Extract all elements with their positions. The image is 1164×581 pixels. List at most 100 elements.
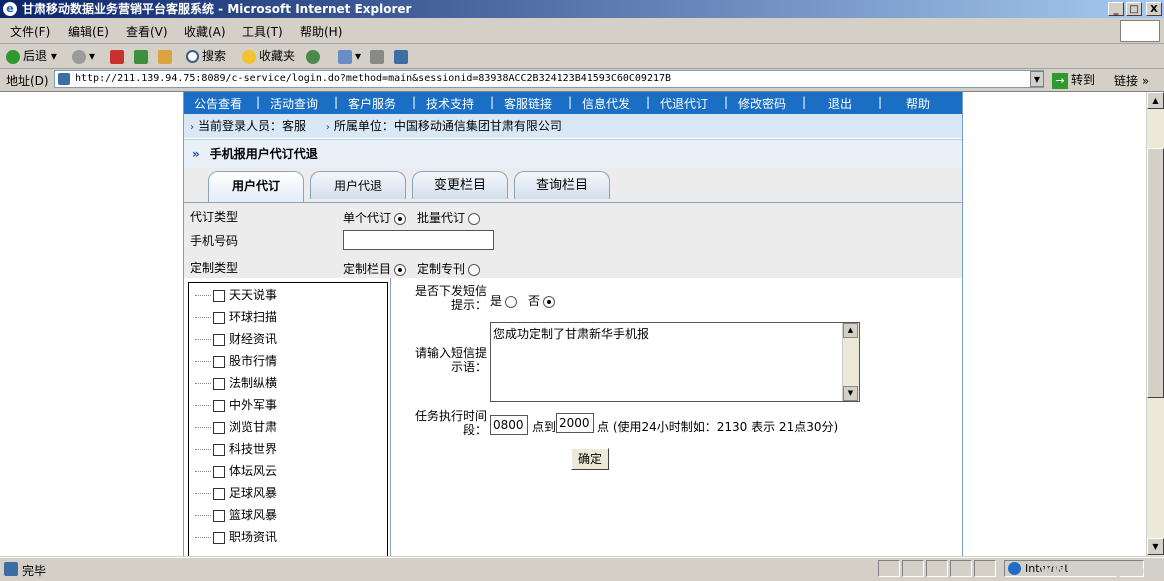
menu-tools[interactable]: 工具(T) xyxy=(242,23,283,40)
tab-query-column[interactable]: 查询栏目 xyxy=(514,171,610,199)
list-item[interactable]: 股市行情 xyxy=(195,351,277,371)
list-item[interactable]: 足球风暴 xyxy=(195,483,277,503)
edit-page-button[interactable] xyxy=(394,47,411,65)
list-item[interactable]: 职场资讯 xyxy=(195,527,277,547)
list-item[interactable]: 财经资讯 xyxy=(195,329,277,349)
single-order-option[interactable]: 单个代订 xyxy=(343,209,407,226)
history-icon xyxy=(306,49,320,64)
nav-service-links[interactable]: 客服链接 xyxy=(504,95,552,112)
column-checkbox[interactable] xyxy=(213,399,225,412)
nav-change-password[interactable]: 修改密码 xyxy=(738,95,786,112)
links-button[interactable]: 链接 » xyxy=(1114,72,1149,89)
single-order-radio[interactable] xyxy=(394,212,407,225)
back-label: 后退 xyxy=(23,49,48,63)
address-input[interactable]: http://211.139.94.75:8089/c-service/logi… xyxy=(54,70,1044,88)
forward-button[interactable]: ▾ xyxy=(72,47,95,65)
menu-help[interactable]: 帮助(H) xyxy=(300,23,342,40)
time-format-hint: 点 (使用24小时制如：2130 表示 21点30分) xyxy=(597,420,839,434)
address-dropdown[interactable]: ▼ xyxy=(1030,71,1044,87)
scroll-thumb[interactable] xyxy=(1147,148,1164,398)
nav-activity-query[interactable]: 活动查询 xyxy=(270,95,318,112)
column-checkbox[interactable] xyxy=(213,421,225,434)
nav-tech-support[interactable]: 技术支持 xyxy=(426,95,474,112)
column-checkbox[interactable] xyxy=(213,311,225,324)
history-button[interactable] xyxy=(306,47,323,65)
status-pane xyxy=(950,560,972,577)
close-button[interactable]: X xyxy=(1146,2,1162,16)
nav-announcements[interactable]: 公告查看 xyxy=(194,95,242,112)
nav-logout[interactable]: 退出 xyxy=(828,95,852,112)
scroll-up-icon[interactable]: ▲ xyxy=(1147,92,1164,109)
stop-button[interactable] xyxy=(110,47,127,65)
sms-prompt-textarea[interactable]: 您成功定制了甘肃新华手机报 ▲ ▼ xyxy=(490,322,860,402)
status-pane xyxy=(878,560,900,577)
menu-view[interactable]: 查看(V) xyxy=(126,23,168,40)
tab-user-cancel[interactable]: 用户代退 xyxy=(310,171,406,199)
minimize-button[interactable]: _ xyxy=(1108,2,1124,16)
send-sms-no-option[interactable]: 否 xyxy=(528,292,556,309)
page-container: 公告查看 | 活动查询 | 客户服务 | 技术支持 | 客服链接 | 信息代发 … xyxy=(183,92,963,556)
column-checkbox[interactable] xyxy=(213,443,225,456)
textarea-scrollbar[interactable]: ▲ ▼ xyxy=(842,323,859,401)
nav-message-send[interactable]: 信息代发 xyxy=(582,95,630,112)
single-order-label: 单个代订 xyxy=(343,211,392,225)
globe-icon xyxy=(1008,562,1021,575)
send-sms-yes-radio[interactable] xyxy=(505,295,518,308)
page-scrollbar[interactable]: ▲ ▼ xyxy=(1146,92,1164,556)
maximize-button[interactable]: □ xyxy=(1126,2,1142,16)
favorites-label: 收藏夹 xyxy=(259,49,296,63)
list-item[interactable]: 环球扫描 xyxy=(195,307,277,327)
status-text: 完毕 xyxy=(22,564,47,578)
list-item[interactable]: 天天说事 xyxy=(195,285,277,305)
list-item[interactable]: 科技世界 xyxy=(195,439,277,459)
column-checkbox[interactable] xyxy=(213,377,225,390)
tab-change-column[interactable]: 变更栏目 xyxy=(412,171,508,199)
favorites-button[interactable]: 收藏夹 xyxy=(242,47,295,65)
menu-edit[interactable]: 编辑(E) xyxy=(68,23,109,40)
nav-order-cancel[interactable]: 代退代订 xyxy=(660,95,708,112)
list-item[interactable]: 中外军事 xyxy=(195,395,277,415)
send-sms-no-radio[interactable] xyxy=(543,295,556,308)
back-button[interactable]: 后退 ▾ xyxy=(6,47,57,65)
list-item[interactable]: 篮球风暴 xyxy=(195,505,277,525)
refresh-button[interactable] xyxy=(134,47,151,65)
order-type-label: 代订类型 xyxy=(190,210,239,224)
column-checkbox[interactable] xyxy=(213,465,225,478)
phone-number-input[interactable] xyxy=(343,230,494,250)
scroll-down-icon[interactable]: ▼ xyxy=(843,386,858,401)
list-item[interactable]: 体坛风云 xyxy=(195,461,277,481)
list-item[interactable]: 浏览甘肃 xyxy=(195,417,277,437)
send-sms-yes-label: 是 xyxy=(490,294,503,308)
mail-button[interactable]: ▾ xyxy=(338,47,361,65)
print-button[interactable] xyxy=(370,47,387,65)
column-checkbox[interactable] xyxy=(213,531,225,544)
custom-column-radio[interactable] xyxy=(394,263,407,276)
batch-order-option[interactable]: 批量代订 xyxy=(417,209,481,226)
section-header: » 手机报用户代订代退 xyxy=(184,139,962,169)
column-checkbox[interactable] xyxy=(213,509,225,522)
scroll-up-icon[interactable]: ▲ xyxy=(843,323,858,338)
list-item[interactable]: 法制纵横 xyxy=(195,373,277,393)
tab-user-order[interactable]: 用户代订 xyxy=(208,171,304,202)
start-time-input[interactable]: 0800 xyxy=(490,415,528,435)
nav-help[interactable]: 帮助 xyxy=(906,95,930,112)
home-button[interactable] xyxy=(158,47,175,65)
menu-favorites[interactable]: 收藏(A) xyxy=(184,23,226,40)
send-sms-yes-option[interactable]: 是 xyxy=(490,292,518,309)
custom-issue-option[interactable]: 定制专刊 xyxy=(417,260,481,277)
scroll-down-icon[interactable]: ▼ xyxy=(1147,538,1164,555)
search-button[interactable]: 搜索 xyxy=(186,47,226,65)
column-checkbox[interactable] xyxy=(213,355,225,368)
menu-file[interactable]: 文件(F) xyxy=(10,23,50,40)
custom-column-option[interactable]: 定制栏目 xyxy=(343,260,407,277)
arrow-right-icon: › xyxy=(325,122,330,133)
nav-customer-service[interactable]: 客户服务 xyxy=(348,95,396,112)
custom-issue-radio[interactable] xyxy=(468,263,481,276)
go-button[interactable]: → 转到 xyxy=(1052,71,1095,89)
end-time-input[interactable]: 2000 xyxy=(556,413,594,433)
batch-order-radio[interactable] xyxy=(468,212,481,225)
column-checkbox[interactable] xyxy=(213,487,225,500)
confirm-button[interactable]: 确定 xyxy=(571,448,609,470)
column-checkbox[interactable] xyxy=(213,289,225,302)
column-checkbox[interactable] xyxy=(213,333,225,346)
